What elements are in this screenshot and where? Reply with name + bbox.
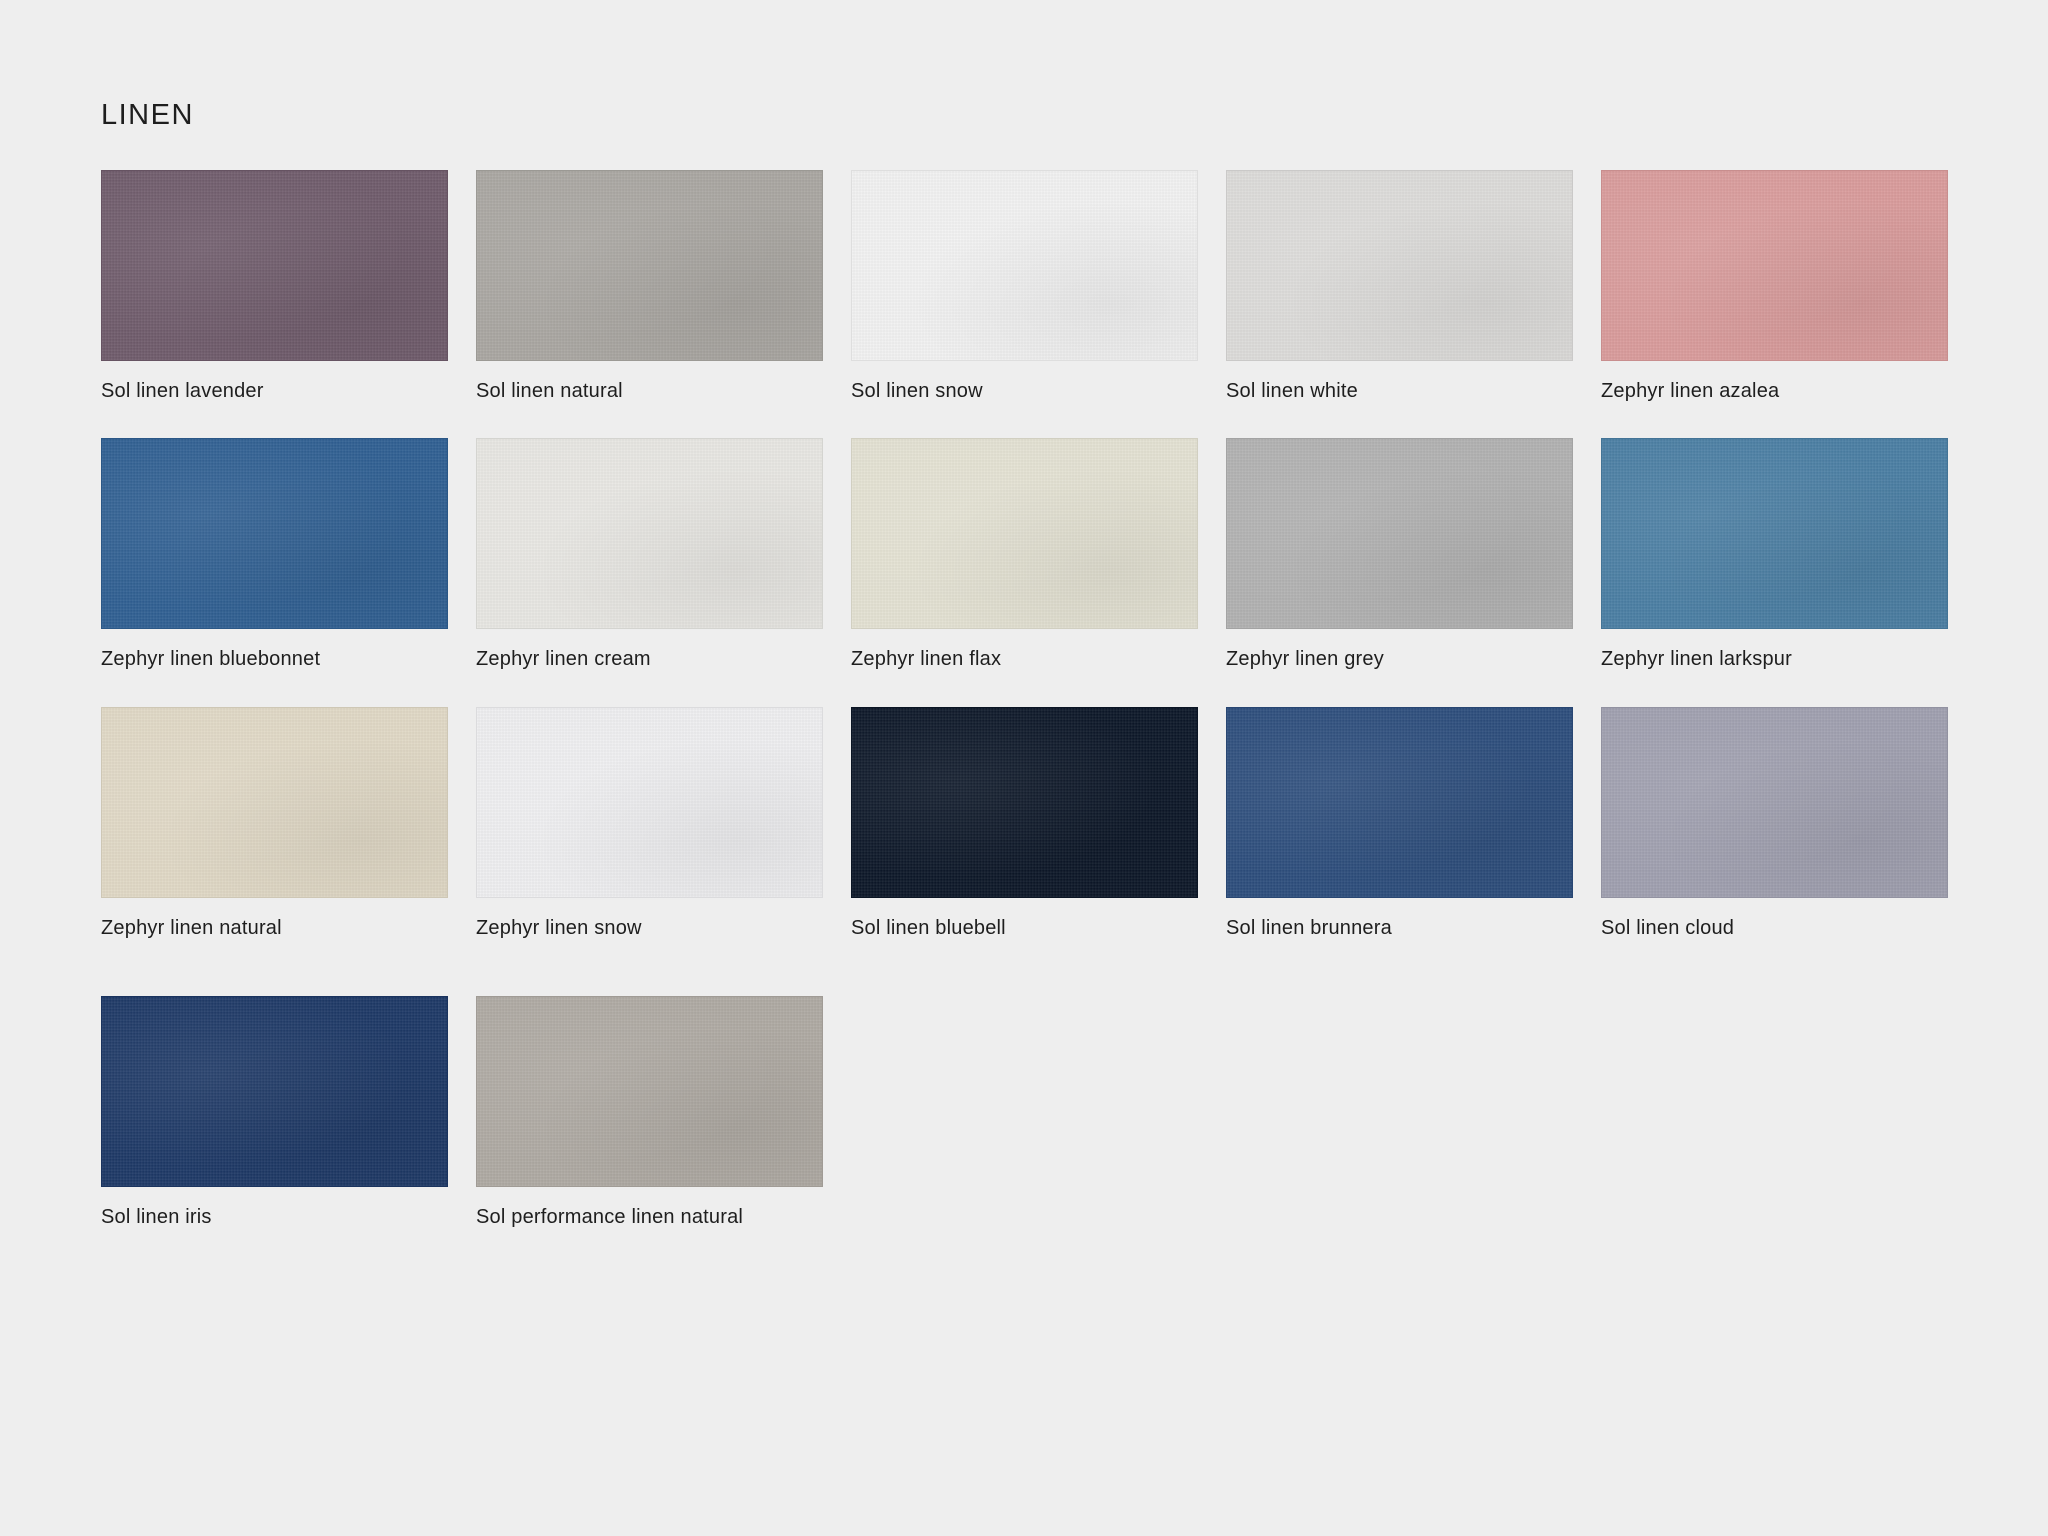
swatch-image[interactable] [1226, 170, 1573, 361]
swatch-image[interactable] [476, 170, 823, 361]
swatch-label: Sol performance linen natural [476, 1206, 744, 1228]
swatch-label: Sol linen brunnera [1226, 917, 1392, 939]
swatch-card[interactable]: Zephyr linen bluebonnet [101, 438, 448, 672]
swatch-image[interactable] [476, 996, 823, 1187]
swatch-card[interactable]: Zephyr linen larkspur [1601, 438, 1948, 672]
swatch-label: Zephyr linen cream [476, 648, 651, 670]
swatch-label: Zephyr linen larkspur [1601, 648, 1792, 670]
swatch-label: Sol linen bluebell [851, 917, 1006, 939]
swatch-card[interactable]: Sol linen natural [476, 170, 823, 404]
swatch-image[interactable] [101, 438, 448, 629]
swatch-label: Sol linen cloud [1601, 917, 1735, 939]
swatch-card[interactable]: Sol linen bluebell [851, 707, 1198, 941]
swatch-image[interactable] [101, 707, 448, 898]
swatch-image[interactable] [851, 438, 1198, 629]
swatch-card[interactable]: Sol linen lavender [101, 170, 448, 404]
swatch-card[interactable]: Zephyr linen grey [1226, 438, 1573, 672]
swatch-image[interactable] [1601, 170, 1948, 361]
swatch-label: Zephyr linen flax [851, 648, 1002, 670]
swatch-card[interactable]: Sol linen brunnera [1226, 707, 1573, 941]
swatch-card[interactable]: Sol performance linen natural [476, 996, 823, 1230]
swatch-label: Sol linen natural [476, 380, 623, 402]
swatch-label: Zephyr linen snow [476, 917, 642, 939]
swatch-label: Sol linen snow [851, 380, 983, 402]
swatch-image[interactable] [101, 996, 448, 1187]
swatch-label: Zephyr linen azalea [1601, 380, 1780, 402]
swatch-image[interactable] [1226, 438, 1573, 629]
swatch-image[interactable] [476, 707, 823, 898]
swatch-image[interactable] [1601, 707, 1948, 898]
swatch-image[interactable] [851, 170, 1198, 361]
swatch-image[interactable] [1601, 438, 1948, 629]
swatch-card[interactable]: Sol linen snow [851, 170, 1198, 404]
swatch-card[interactable]: Sol linen cloud [1601, 707, 1948, 941]
swatch-card[interactable]: Sol linen white [1226, 170, 1573, 404]
swatch-card[interactable]: Zephyr linen flax [851, 438, 1198, 672]
swatch-image[interactable] [476, 438, 823, 629]
swatch-label: Sol linen iris [101, 1206, 212, 1228]
swatch-image[interactable] [851, 707, 1198, 898]
swatch-card[interactable]: Zephyr linen snow [476, 707, 823, 941]
swatch-card[interactable]: Sol linen iris [101, 996, 448, 1230]
swatch-label: Sol linen lavender [101, 380, 264, 402]
swatch-grid: Sol linen lavender Sol linen natural Sol… [0, 0, 2048, 1536]
swatch-label: Zephyr linen grey [1226, 648, 1384, 670]
swatch-label: Zephyr linen bluebonnet [101, 648, 321, 670]
swatch-image[interactable] [101, 170, 448, 361]
swatch-image[interactable] [1226, 707, 1573, 898]
swatch-label: Zephyr linen natural [101, 917, 282, 939]
swatch-label: Sol linen white [1226, 380, 1358, 402]
swatch-card[interactable]: Zephyr linen azalea [1601, 170, 1948, 404]
swatch-card[interactable]: Zephyr linen natural [101, 707, 448, 941]
swatch-card[interactable]: Zephyr linen cream [476, 438, 823, 672]
